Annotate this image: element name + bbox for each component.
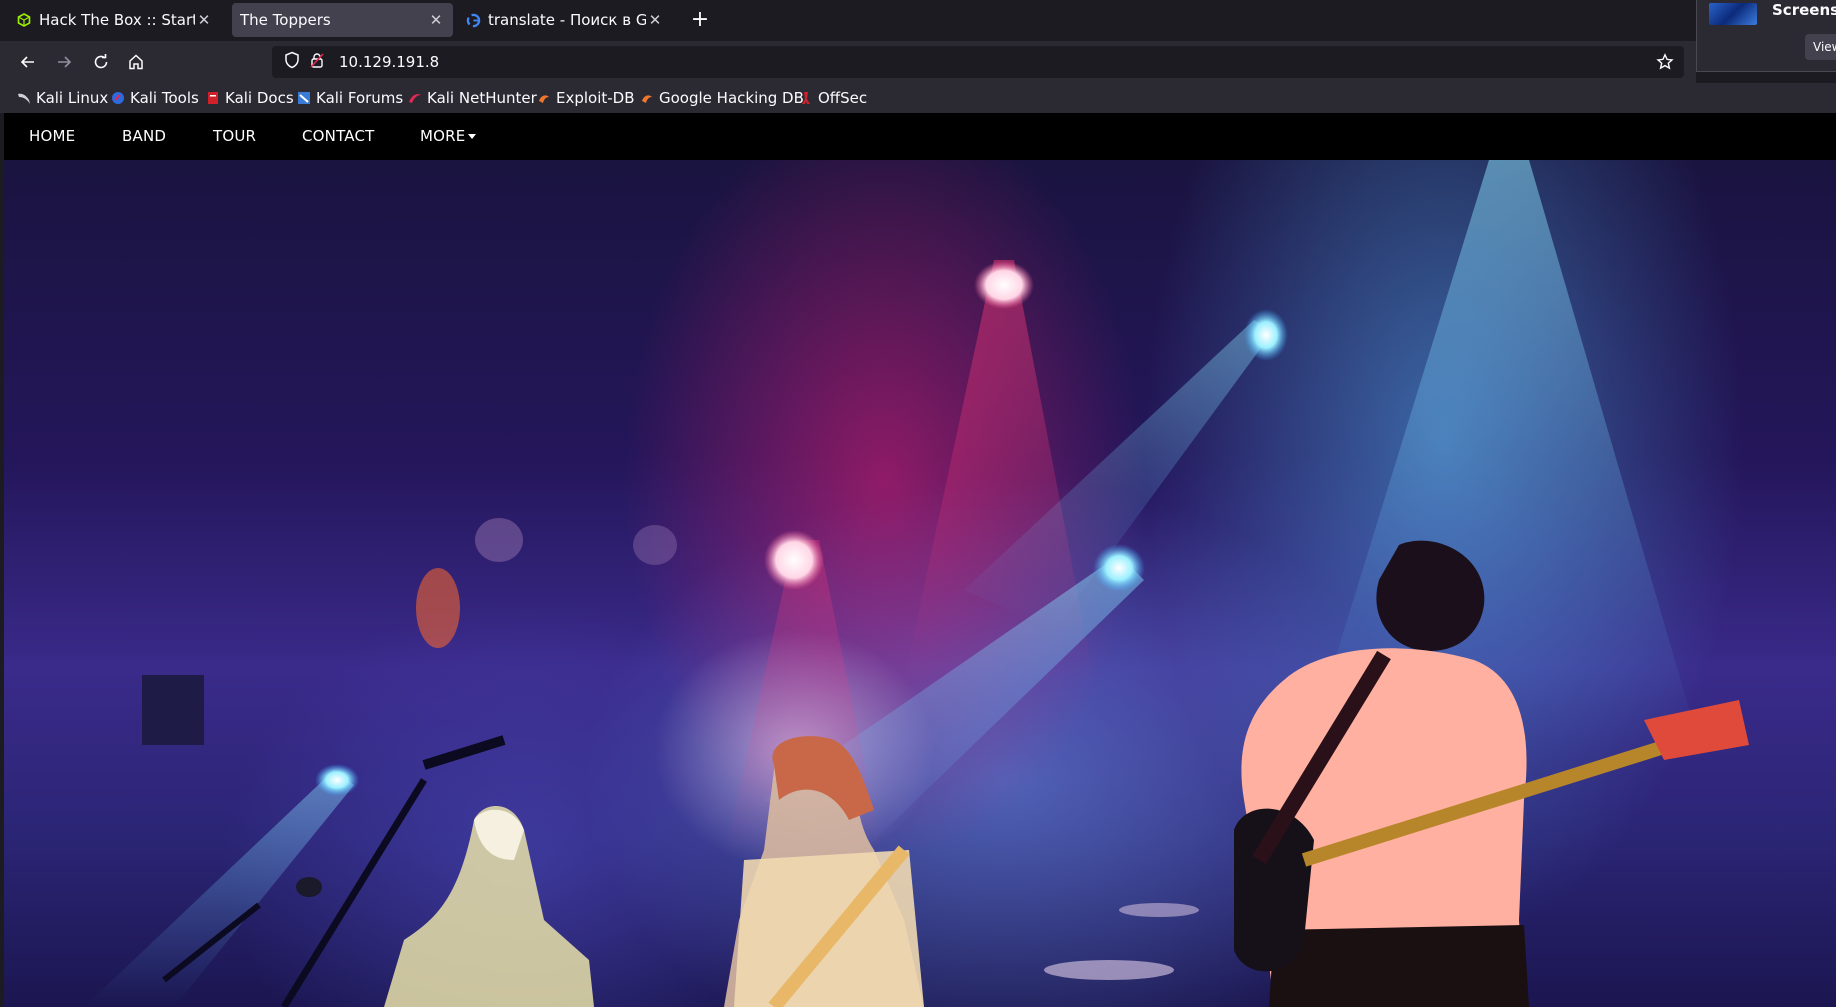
insecure-lock-icon[interactable] (310, 52, 326, 72)
bookmarks-toolbar: Kali Linux Kali Tools Kali Docs Kali For… (0, 83, 1836, 113)
tab-title: Hack The Box :: Starting P (39, 11, 195, 29)
tab-strip: Hack The Box :: Starting P ✕ The Toppers… (0, 0, 1836, 41)
close-tab-icon[interactable]: ✕ (646, 11, 664, 29)
nav-tour[interactable]: TOUR (213, 113, 256, 160)
tab-translate[interactable]: translate - Поиск в Googl ✕ (457, 3, 672, 37)
nav-toolbar: 10.129.191.8 (0, 41, 1696, 83)
bookmark-label: Exploit-DB (556, 89, 635, 107)
nav-band[interactable]: BAND (122, 113, 166, 160)
screenshot-thumbnail[interactable] (1709, 3, 1757, 25)
back-button[interactable] (15, 49, 41, 75)
tab-the-toppers[interactable]: The Toppers ✕ (232, 3, 453, 37)
bookmark-kali-nethunter[interactable]: Kali NetHunter (408, 89, 537, 107)
view-button[interactable]: View (1805, 34, 1836, 60)
bookmark-kali-forums[interactable]: Kali Forums (297, 89, 403, 107)
site-navbar: HOME BAND TOUR CONTACT MORE (4, 113, 1836, 160)
screenshot-notification[interactable]: Screensho View (1696, 0, 1836, 72)
hero-concert-image (4, 160, 1836, 1007)
nav-home[interactable]: HOME (29, 113, 75, 160)
url-text: 10.129.191.8 (339, 53, 440, 71)
new-tab-button[interactable]: + (688, 6, 712, 34)
bookmark-label: OffSec (818, 89, 868, 107)
home-icon (129, 54, 143, 70)
tab-title: translate - Поиск в Googl (488, 11, 646, 29)
kali-docs-icon (206, 91, 220, 105)
bookmark-label: Kali Linux (36, 89, 109, 107)
bookmark-kali-linux[interactable]: Kali Linux (17, 89, 108, 107)
nethunter-icon (408, 91, 422, 105)
reload-icon (94, 54, 108, 69)
arrow-right-icon (58, 56, 72, 68)
bookmark-exploit-db[interactable]: Exploit-DB (537, 89, 635, 107)
exploit-db-icon (537, 91, 551, 105)
bookmark-star-icon[interactable] (1656, 53, 1674, 75)
nav-contact[interactable]: CONTACT (302, 113, 375, 160)
notification-title: Screensho (1772, 1, 1836, 19)
bookmark-label: Kali Tools (130, 89, 199, 107)
kali-dragon-icon (17, 91, 31, 105)
htb-cube-icon (16, 12, 32, 28)
tab-title: The Toppers (240, 11, 331, 29)
close-tab-icon[interactable]: ✕ (427, 11, 445, 29)
forward-button[interactable] (51, 49, 77, 75)
bookmark-label: Kali Forums (316, 89, 404, 107)
nav-more-dropdown[interactable]: MORE (420, 113, 477, 160)
bookmark-google-hacking-db[interactable]: Google Hacking DB (640, 89, 804, 107)
caret-down-icon (468, 134, 477, 139)
concert-stage-illustration (84, 160, 1749, 1007)
tracking-shield-icon[interactable] (284, 51, 304, 73)
bookmark-label: Kali Docs (225, 89, 294, 107)
bookmark-label: Google Hacking DB (659, 89, 804, 107)
google-icon (465, 12, 481, 28)
kali-tools-icon (111, 91, 125, 105)
bookmark-offsec[interactable]: OffSec (799, 89, 867, 107)
bookmark-kali-docs[interactable]: Kali Docs (206, 89, 294, 107)
home-button[interactable] (123, 49, 149, 75)
close-tab-icon[interactable]: ✕ (195, 11, 213, 29)
reload-button[interactable] (88, 49, 114, 75)
offsec-icon (799, 91, 813, 105)
address-bar[interactable]: 10.129.191.8 (272, 46, 1684, 78)
nav-more-label: MORE (420, 127, 466, 145)
web-page: HOME BAND TOUR CONTACT MORE (0, 113, 1836, 1007)
bookmark-kali-tools[interactable]: Kali Tools (111, 89, 199, 107)
kali-forums-icon (297, 91, 311, 105)
arrow-left-icon (20, 56, 34, 68)
bookmark-label: Kali NetHunter (427, 89, 537, 107)
ghdb-icon (640, 91, 654, 105)
tab-hack-the-box[interactable]: Hack The Box :: Starting P ✕ (8, 3, 221, 37)
